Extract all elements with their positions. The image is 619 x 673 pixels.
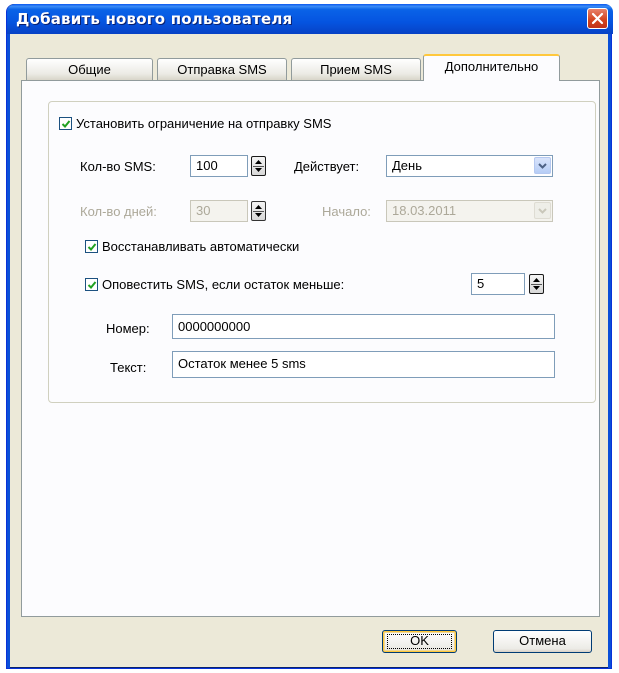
close-button[interactable] xyxy=(587,8,608,29)
spin-divider xyxy=(253,166,264,167)
start-date-select[interactable]: 18.03.2011 xyxy=(386,200,553,222)
window-title: Добавить нового пользователя xyxy=(16,10,293,28)
notify-checkbox[interactable] xyxy=(85,278,98,291)
text-input[interactable]: Остаток менее 5 sms xyxy=(172,351,555,378)
tab-label: Общие xyxy=(68,62,111,77)
notify-threshold-spin[interactable] xyxy=(529,274,544,294)
days-value: 30 xyxy=(196,203,211,218)
text-value: Остаток менее 5 sms xyxy=(178,356,306,371)
sms-count-spin[interactable] xyxy=(251,156,266,176)
check-icon xyxy=(87,243,97,251)
tab-label: Отправка SMS xyxy=(177,62,267,77)
spin-divider xyxy=(253,211,264,212)
tab-panel: Установить ограничение на отправку SMS К… xyxy=(21,80,600,617)
cancel-button[interactable]: Отмена xyxy=(493,630,592,653)
tab-advanced[interactable]: Дополнительно xyxy=(423,54,560,81)
days-input[interactable]: 30 xyxy=(190,200,248,222)
number-input[interactable]: 0000000000 xyxy=(172,314,555,339)
focus-indicator xyxy=(387,634,452,649)
tab-label: Прием SMS xyxy=(320,62,392,77)
cancel-button-label: Отмена xyxy=(519,633,566,648)
sms-count-value: 100 xyxy=(196,158,218,173)
start-date-label: Начало: xyxy=(322,204,371,219)
text-label: Текст: xyxy=(110,360,147,375)
limit-checkbox-label: Установить ограничение на отправку SMS xyxy=(76,116,332,131)
ok-button[interactable]: OK xyxy=(382,630,457,653)
frame-right xyxy=(608,34,611,668)
check-icon xyxy=(61,120,71,128)
chevron-down-icon xyxy=(538,208,547,214)
limit-checkbox[interactable] xyxy=(59,117,72,130)
notify-label: Оповестить SMS, если остаток меньше: xyxy=(102,277,345,292)
period-value: День xyxy=(392,158,422,173)
sms-count-label: Кол-во SMS: xyxy=(80,159,156,174)
tab-send-sms[interactable]: Отправка SMS xyxy=(157,58,287,80)
start-date-dropdown-button[interactable] xyxy=(534,202,551,219)
frame-left xyxy=(7,34,10,668)
notify-threshold-value: 5 xyxy=(477,276,485,291)
auto-restore-label: Восстанавливать автоматически xyxy=(102,239,300,254)
notify-threshold-input[interactable]: 5 xyxy=(471,273,525,295)
chevron-down-icon xyxy=(538,163,547,169)
close-icon xyxy=(591,12,604,25)
period-label: Действует: xyxy=(294,159,360,174)
days-label: Кол-во дней: xyxy=(80,204,157,219)
tab-receive-sms[interactable]: Прием SMS xyxy=(291,58,421,80)
start-date-value: 18.03.2011 xyxy=(392,203,457,218)
days-spin[interactable] xyxy=(251,201,266,221)
spin-divider xyxy=(531,284,542,285)
tab-label: Дополнительно xyxy=(444,59,539,74)
period-dropdown-button[interactable] xyxy=(534,157,551,174)
tab-general[interactable]: Общие xyxy=(26,58,153,80)
number-label: Номер: xyxy=(106,321,150,336)
sms-count-input[interactable]: 100 xyxy=(190,155,248,177)
period-select[interactable]: День xyxy=(386,155,553,177)
number-value: 0000000000 xyxy=(178,319,251,334)
check-icon xyxy=(87,281,97,289)
title-bar[interactable]: Добавить нового пользователя xyxy=(7,4,613,34)
auto-restore-checkbox[interactable] xyxy=(85,240,98,253)
dialog-window: Добавить нового пользователя Общие Отпра… xyxy=(6,4,613,669)
